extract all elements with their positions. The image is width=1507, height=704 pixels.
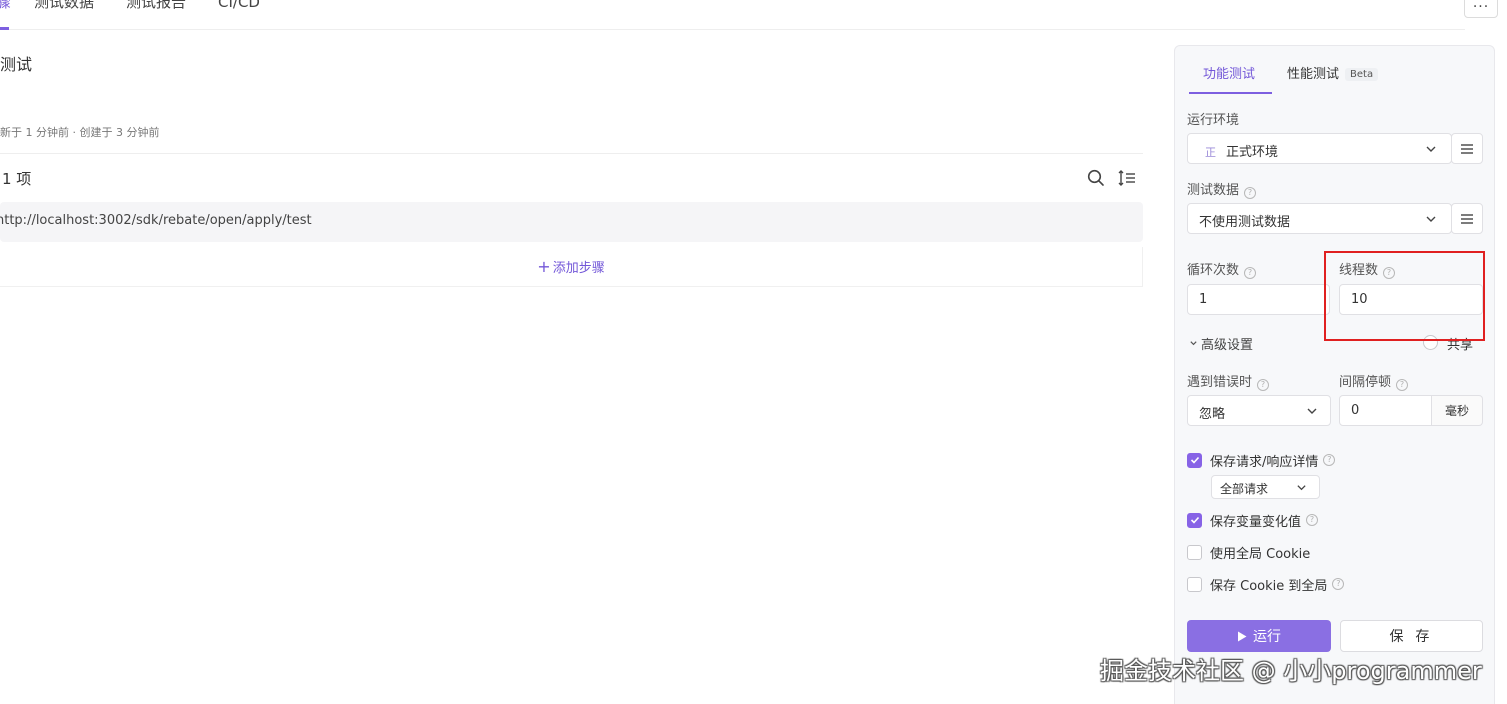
page-title: 测试 — [0, 55, 33, 74]
test-data-select[interactable]: 不使用测试数据 — [1187, 203, 1452, 234]
test-data-value: 不使用测试数据 — [1199, 215, 1291, 230]
interval-input[interactable]: 0 — [1339, 395, 1432, 426]
plus-icon: + — [537, 256, 551, 276]
save-vars-label: 保存变量变化值 — [1210, 514, 1302, 530]
checkbox-unchecked[interactable] — [1187, 544, 1202, 560]
help-icon[interactable]: ? — [1396, 379, 1409, 391]
save-details-label: 保存请求/响应详情 — [1210, 454, 1319, 470]
checkbox-checked[interactable] — [1187, 452, 1202, 468]
advanced-settings-toggle[interactable]: 高级设置 — [1189, 334, 1253, 353]
loop-count-input[interactable]: 1 — [1187, 284, 1330, 315]
menu-icon — [1461, 143, 1473, 154]
tab-test-report[interactable]: 测试报告 — [126, 0, 186, 12]
save-cookie-global-option[interactable]: 保存 Cookie 到全局? — [1187, 575, 1345, 594]
watermark: 掘金技术社区 @ 小小programmer — [1100, 657, 1482, 685]
thread-count-input[interactable]: 10 — [1339, 284, 1483, 315]
add-step-label: 添加步骤 — [552, 261, 605, 276]
env-manage-button[interactable] — [1451, 133, 1483, 164]
thread-count-label-text: 线程数 — [1339, 263, 1379, 278]
help-icon[interactable]: ? — [1244, 187, 1257, 199]
on-error-select[interactable]: 忽略 — [1187, 395, 1331, 426]
on-error-label: 遇到错误时? — [1187, 371, 1270, 391]
add-step-button[interactable]: + 添加步骤 — [0, 247, 1143, 287]
tab-steps[interactable]: 骤 — [0, 0, 11, 12]
check-icon — [1190, 456, 1199, 464]
save-details-scope-value: 全部请求 — [1220, 482, 1269, 496]
interval-label: 间隔停顿? — [1339, 371, 1409, 391]
run-button[interactable]: 运行 — [1187, 620, 1331, 652]
search-icon — [1087, 169, 1104, 186]
checkbox-checked[interactable] — [1187, 512, 1202, 528]
menu-icon — [1461, 213, 1473, 224]
search-button[interactable] — [1086, 168, 1106, 188]
sort-button[interactable] — [1117, 168, 1137, 188]
help-icon[interactable]: ? — [1332, 578, 1345, 590]
more-icon: ··· — [1472, 0, 1490, 15]
step-count: 1 项 — [2, 170, 32, 188]
chevron-down-icon — [1307, 408, 1317, 414]
on-error-label-text: 遇到错误时 — [1187, 375, 1253, 390]
chevron-down-icon — [1190, 341, 1197, 346]
sort-icon — [1118, 170, 1135, 186]
save-details-option[interactable]: 保存请求/响应详情? — [1187, 451, 1336, 470]
loop-count-label: 循环次数? — [1187, 259, 1257, 279]
chevron-down-icon — [1297, 485, 1306, 491]
tab-performance-test[interactable]: 性能测试 Beta — [1287, 63, 1379, 82]
tab-test-data[interactable]: 测试数据 — [34, 0, 94, 12]
panel-tab-bar: 功能测试 性能测试 Beta — [1175, 46, 1494, 94]
app-page: 骤 测试数据 测试报告 CI/CD ··· 测试 新于 1 分钟前 · 创建于 … — [0, 0, 1507, 704]
test-data-manage-button[interactable] — [1451, 203, 1483, 234]
check-icon — [1190, 516, 1199, 524]
env-label: 运行环境 — [1187, 113, 1240, 128]
section-divider — [0, 153, 1143, 154]
beta-badge: Beta — [1345, 68, 1379, 81]
help-icon[interactable]: ? — [1257, 379, 1270, 391]
help-icon[interactable]: ? — [1244, 267, 1257, 279]
step-row[interactable]: http://localhost:3002/sdk/rebate/open/ap… — [0, 202, 1143, 242]
save-button[interactable]: 保 存 — [1340, 620, 1483, 652]
env-select[interactable]: 正正式环境 — [1187, 133, 1452, 164]
performance-tab-label: 性能测试 — [1287, 67, 1340, 82]
tab-functional-test[interactable]: 功能测试 — [1203, 63, 1255, 82]
share-label: 共享 — [1447, 338, 1474, 353]
save-details-scope-select[interactable]: 全部请求 — [1211, 475, 1320, 499]
interval-unit: 毫秒 — [1432, 395, 1483, 426]
save-cookie-global-label: 保存 Cookie 到全局 — [1210, 578, 1328, 594]
share-toggle[interactable] — [1423, 335, 1438, 350]
chevron-down-icon — [1426, 216, 1436, 222]
run-label: 运行 — [1253, 628, 1281, 644]
loop-count-label-text: 循环次数 — [1187, 263, 1240, 278]
step-url: http://localhost:3002/sdk/rebate/open/ap… — [0, 213, 312, 228]
save-vars-option[interactable]: 保存变量变化值? — [1187, 511, 1319, 530]
test-data-label-text: 测试数据 — [1187, 183, 1240, 198]
tab-ci-cd[interactable]: CI/CD — [218, 0, 260, 12]
more-button[interactable]: ··· — [1464, 0, 1498, 18]
run-config-panel: 功能测试 性能测试 Beta 运行环境 正正式环境 测试数据? 不使用测试数据 … — [1174, 45, 1495, 704]
active-tab-underline — [0, 27, 9, 30]
help-icon[interactable]: ? — [1306, 514, 1319, 526]
update-meta: 新于 1 分钟前 · 创建于 3 分钟前 — [0, 126, 160, 139]
panel-tab-underline — [1189, 92, 1272, 94]
checkbox-unchecked[interactable] — [1187, 576, 1202, 592]
thread-count-label: 线程数? — [1339, 259, 1396, 279]
play-icon — [1238, 631, 1247, 641]
chevron-down-icon — [1426, 146, 1436, 152]
global-cookie-label: 使用全局 Cookie — [1210, 546, 1311, 562]
env-value: 正式环境 — [1226, 145, 1279, 160]
test-data-label: 测试数据? — [1187, 179, 1257, 199]
advanced-settings-label: 高级设置 — [1201, 338, 1254, 353]
help-icon[interactable]: ? — [1383, 267, 1396, 279]
interval-label-text: 间隔停顿 — [1339, 375, 1392, 390]
top-tab-bar: 骤 测试数据 测试报告 CI/CD — [0, 0, 1465, 30]
global-cookie-option[interactable]: 使用全局 Cookie — [1187, 543, 1311, 562]
help-icon[interactable]: ? — [1323, 454, 1336, 466]
env-badge: 正 — [1205, 146, 1216, 159]
on-error-value: 忽略 — [1199, 407, 1226, 422]
